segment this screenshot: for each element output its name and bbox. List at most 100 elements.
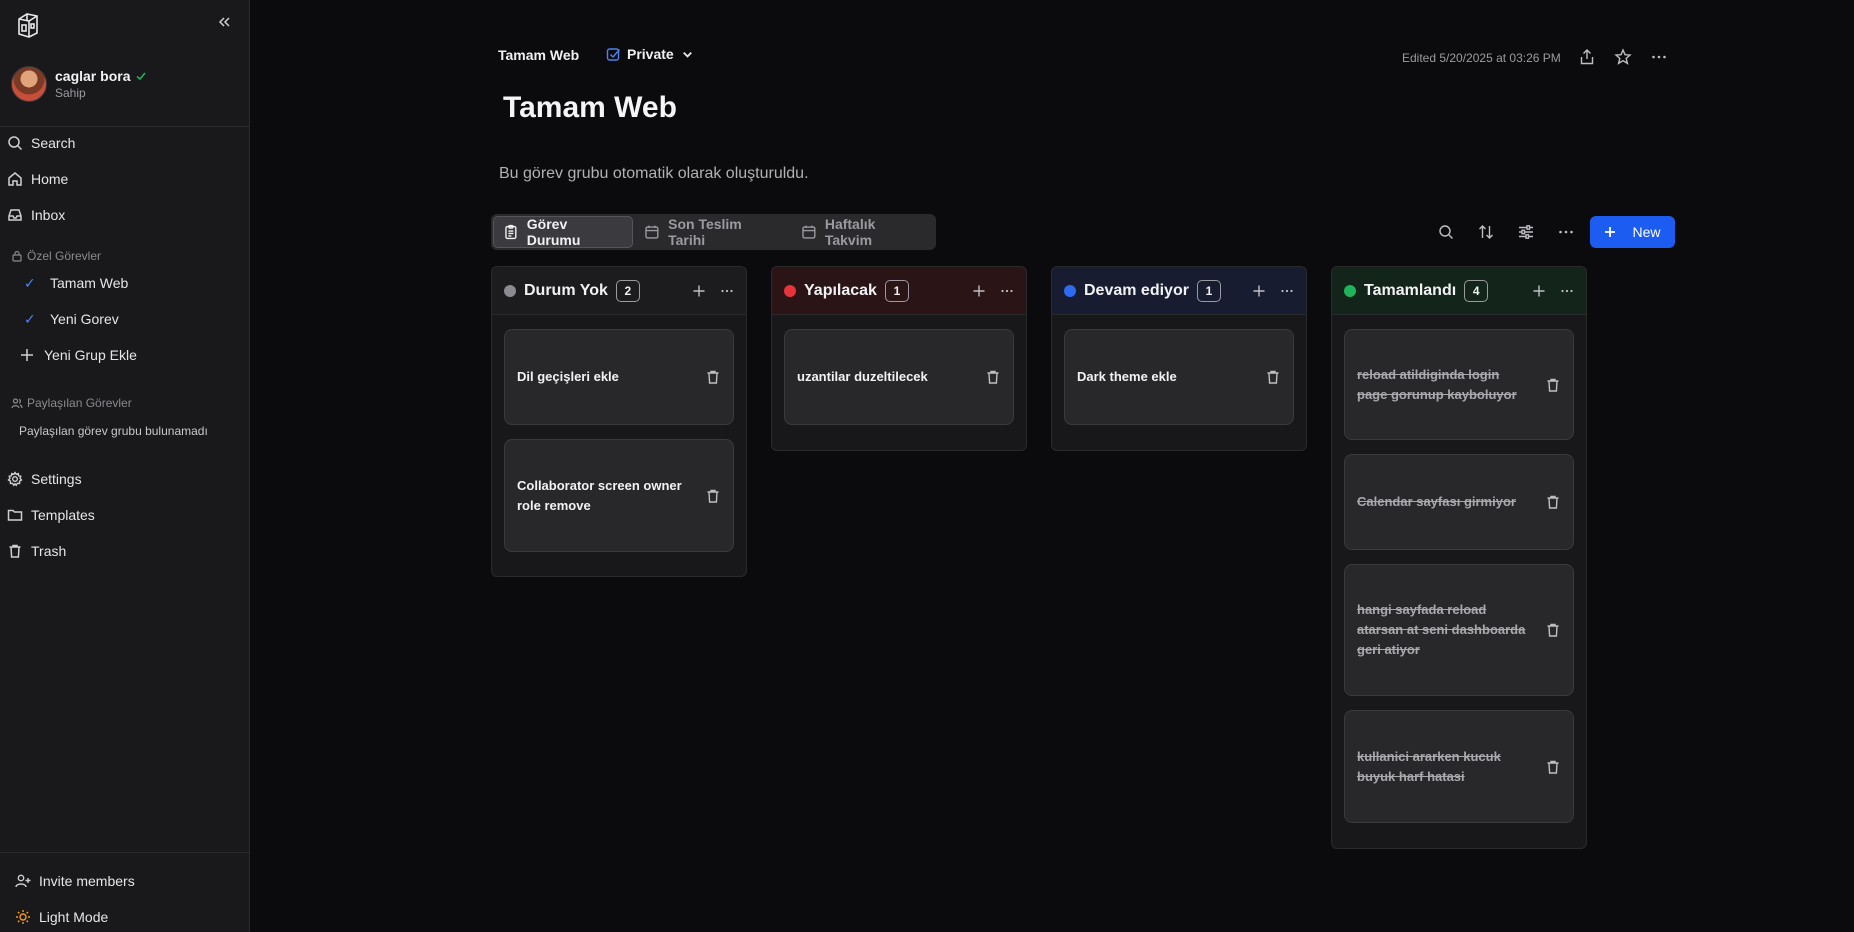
add-card-icon[interactable] (1532, 284, 1546, 298)
column-header: Devam ediyor 1 (1052, 267, 1306, 315)
delete-task-icon[interactable] (705, 369, 721, 385)
add-card-icon[interactable] (972, 284, 986, 298)
column-title[interactable]: Durum Yok (524, 282, 608, 300)
column-title[interactable]: Tamamlandı (1364, 282, 1456, 300)
calendar-icon (645, 225, 659, 239)
column-more-icon[interactable] (1560, 284, 1574, 298)
delete-task-icon[interactable] (1545, 494, 1561, 510)
tab-son-teslim-tarihi[interactable]: Son Teslim Tarihi (635, 216, 790, 248)
delete-task-icon[interactable] (1545, 377, 1561, 393)
nav-settings[interactable]: Settings (7, 467, 82, 491)
group-item-yeni-gorev[interactable]: ✓ Yeni Gorev (24, 308, 119, 330)
privacy-dropdown[interactable]: Private (606, 46, 695, 62)
nav-trash-label: Trash (31, 543, 67, 559)
board-column: Yapılacak 1 uzantilar duzeltilecek (771, 266, 1027, 451)
column-count-badge: 1 (1196, 279, 1221, 302)
collapse-sidebar-icon[interactable] (215, 13, 233, 31)
inbox-icon (8, 209, 22, 221)
add-card-icon[interactable] (692, 284, 706, 298)
delete-task-icon[interactable] (1545, 622, 1561, 638)
avatar (11, 66, 47, 102)
sun-icon (16, 910, 30, 924)
task-card[interactable]: reload atildiginda login page gorunup ka… (1344, 329, 1574, 440)
nav-inbox-label: Inbox (31, 207, 66, 223)
column-title[interactable]: Yapılacak (804, 282, 877, 300)
task-title: Dark theme ekle (1077, 369, 1177, 384)
status-dot (1344, 284, 1356, 297)
user-plus-icon (15, 874, 31, 888)
column-more-icon[interactable] (1000, 284, 1014, 298)
status-dot (784, 284, 796, 297)
trash-icon (9, 544, 21, 558)
task-title: reload atildiginda login page gorunup ka… (1357, 366, 1517, 402)
nav-templates[interactable]: Templates (7, 503, 95, 527)
sort-icon[interactable] (1477, 223, 1495, 241)
nav-search[interactable]: Search (7, 131, 75, 155)
add-group-label: Yeni Grup Ekle (44, 347, 137, 363)
task-card[interactable]: Dark theme ekle (1064, 329, 1294, 425)
board-column: Devam ediyor 1 Dark theme ekle (1051, 266, 1307, 451)
light-mode-label: Light Mode (39, 909, 109, 925)
privacy-label: Private (627, 46, 674, 62)
task-card[interactable]: kullanici ararken kucuk buyuk harf hatas… (1344, 710, 1574, 823)
task-card[interactable]: uzantilar duzeltilecek (784, 329, 1014, 425)
task-card[interactable]: Calendar sayfası girmiyor (1344, 454, 1574, 550)
shared-empty-note: Paylaşılan görev grubu bulunamadı (19, 424, 208, 438)
column-count-badge: 2 (615, 279, 640, 302)
lock-icon (12, 250, 22, 262)
delete-task-icon[interactable] (1545, 759, 1561, 775)
edited-timestamp: Edited 5/20/2025 at 03:26 PM (1402, 51, 1561, 65)
filter-sliders-icon[interactable] (1517, 223, 1535, 241)
plus-icon (21, 349, 33, 361)
delete-task-icon[interactable] (705, 488, 721, 504)
column-title[interactable]: Devam ediyor (1084, 282, 1189, 300)
breadcrumb[interactable]: Tamam Web (498, 47, 579, 63)
nav-home[interactable]: Home (7, 167, 68, 191)
board-column: Durum Yok 2 Dil geçişleri ekle Collaborator… (491, 266, 747, 577)
delete-task-icon[interactable] (1265, 369, 1281, 385)
tab-haftalik-takvim[interactable]: Haftalık Takvim (792, 216, 934, 248)
invite-members-button[interactable]: Invite members (15, 870, 135, 892)
new-button-label: New (1632, 224, 1661, 240)
nav-templates-label: Templates (31, 507, 95, 523)
app-logo-icon[interactable] (14, 11, 42, 39)
task-title: uzantilar duzeltilecek (797, 369, 928, 384)
more-options-icon[interactable] (1557, 223, 1575, 241)
column-more-icon[interactable] (720, 284, 734, 298)
light-mode-toggle[interactable]: Light Mode (15, 906, 108, 928)
nav-settings-label: Settings (31, 471, 82, 487)
share-icon[interactable] (1578, 48, 1596, 66)
user-profile[interactable]: caglar bora Sahip (11, 66, 147, 102)
task-card[interactable]: hangi sayfada reload atarsan at seni das… (1344, 564, 1574, 696)
star-icon[interactable] (1614, 48, 1632, 66)
users-icon (11, 398, 23, 409)
verified-check-icon (136, 72, 147, 81)
page-title[interactable]: Tamam Web (503, 91, 677, 125)
page-description[interactable]: Bu görev grubu otomatik olarak oluşturul… (499, 165, 809, 183)
search-icon[interactable] (1437, 223, 1455, 241)
group-item-tamam-web[interactable]: ✓ Tamam Web (24, 272, 128, 294)
sidebar: caglar bora Sahip Search Home Inbox Özel… (0, 0, 250, 932)
tab-gorev-durumu[interactable]: Görev Durumu (493, 216, 634, 248)
new-task-button[interactable]: New (1590, 216, 1675, 248)
task-card[interactable]: Collaborator screen owner role remove (504, 439, 734, 552)
column-header: Durum Yok 2 (492, 267, 746, 315)
status-dot (1064, 284, 1076, 297)
invite-members-label: Invite members (39, 873, 135, 889)
task-card[interactable]: Dil geçişleri ekle (504, 329, 734, 425)
task-title: kullanici ararken kucuk buyuk harf hatas… (1357, 748, 1501, 784)
check-icon: ✓ (24, 310, 36, 327)
task-title: Dil geçişleri ekle (517, 369, 619, 384)
add-group-button[interactable]: Yeni Grup Ekle (20, 344, 137, 366)
more-options-icon[interactable] (1650, 48, 1668, 66)
search-icon (8, 136, 23, 151)
home-icon (8, 172, 22, 186)
add-card-icon[interactable] (1252, 284, 1266, 298)
delete-task-icon[interactable] (985, 369, 1001, 385)
nav-inbox[interactable]: Inbox (7, 203, 65, 227)
view-tabs: Görev Durumu Son Teslim Tarihi Haftalık … (491, 214, 936, 250)
status-dot (504, 284, 516, 297)
user-name: caglar bora (55, 68, 131, 84)
column-more-icon[interactable] (1280, 284, 1294, 298)
nav-trash[interactable]: Trash (7, 539, 66, 563)
